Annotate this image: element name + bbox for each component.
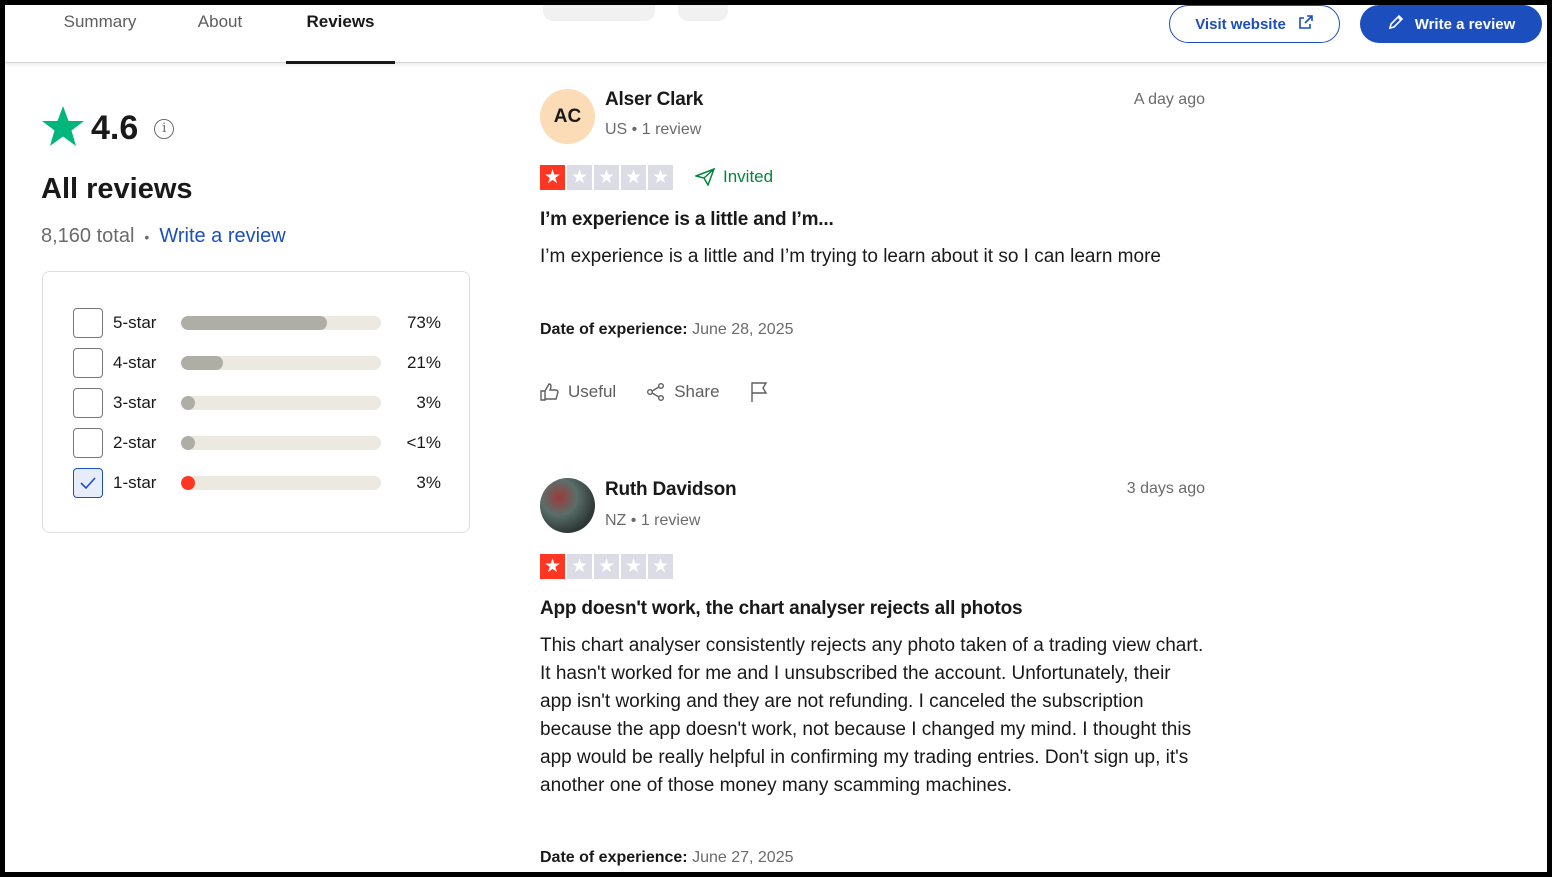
distribution-label: 2-star <box>113 433 157 452</box>
share-icon <box>647 383 665 401</box>
pencil-icon <box>1387 13 1405 35</box>
date-of-experience: Date of experience: June 28, 2025 <box>540 321 793 339</box>
date-of-experience-label: Date of experience: <box>540 849 688 866</box>
date-of-experience-label: Date of experience: <box>540 321 688 338</box>
avatar[interactable] <box>540 478 595 533</box>
review-title[interactable]: App doesn't work, the chart analyser rej… <box>540 598 1023 620</box>
useful-label: Useful <box>568 382 617 401</box>
distribution-bar <box>181 476 381 490</box>
distribution-bar <box>181 356 381 370</box>
filter-checkbox-5-star[interactable] <box>73 308 103 338</box>
review-body: I’m experience is a little and I’m tryin… <box>540 246 1161 267</box>
distribution-percent: 21% <box>406 353 441 372</box>
distribution-percent: <1% <box>406 433 442 452</box>
rating-distribution: 5-star 73% 4-star 21% 3-star 3% 2-star <… <box>42 271 470 533</box>
star-rating: ★ ★ ★ ★ ★ <box>540 165 673 190</box>
reviewer-name[interactable]: Alser Clark <box>605 89 703 111</box>
star-icon: ★ <box>567 165 592 190</box>
share-button[interactable]: Share <box>646 382 720 402</box>
review-card: Ruth Davidson NZ • 1 review 3 days ago ★… <box>540 478 1205 872</box>
review-date: 3 days ago <box>1126 480 1205 497</box>
invited-badge[interactable]: Invited <box>695 167 773 187</box>
flag-icon <box>750 382 767 402</box>
visit-website-button[interactable]: Visit website <box>1169 5 1340 43</box>
filter-checkbox-4-star[interactable] <box>73 348 103 378</box>
distribution-bar-fill <box>181 356 223 370</box>
reviews-total-line: 8,160 total • Write a review <box>41 225 286 248</box>
star-icon: ★ <box>540 165 565 190</box>
distribution-row-2[interactable]: 2-star <1% <box>73 428 441 458</box>
external-link-icon <box>1298 14 1314 34</box>
tab-reviews[interactable]: Reviews <box>286 5 395 64</box>
distribution-label: 1-star <box>113 473 157 492</box>
visit-website-label: Visit website <box>1195 15 1286 33</box>
review-body: This chart analyser consistently rejects… <box>540 635 1204 796</box>
distribution-bar <box>181 436 381 450</box>
share-label: Share <box>674 382 720 401</box>
date-of-experience-value: June 28, 2025 <box>692 321 794 338</box>
distribution-bar <box>181 316 381 330</box>
distribution-percent: 3% <box>416 473 441 492</box>
separator-dot: • <box>144 228 150 245</box>
page-frame: Summary About Reviews Visit website Writ… <box>5 5 1547 872</box>
filter-checkbox-2-star[interactable] <box>73 428 103 458</box>
useful-button[interactable]: Useful <box>540 382 616 402</box>
star-icon: ★ <box>648 554 673 579</box>
date-of-experience-value: June 27, 2025 <box>692 849 794 866</box>
top-navigation: Summary About Reviews Visit website Writ… <box>5 5 1547 64</box>
distribution-label: 5-star <box>113 313 157 332</box>
reviewer-meta: NZ • 1 review <box>605 512 701 529</box>
distribution-bar <box>181 396 381 410</box>
star-icon: ★ <box>648 165 673 190</box>
distribution-label: 4-star <box>113 353 157 372</box>
star-icon: ★ <box>540 554 565 579</box>
tab-summary[interactable]: Summary <box>50 5 150 63</box>
reviewer-name[interactable]: Ruth Davidson <box>605 479 737 501</box>
review-title[interactable]: I’m experience is a little and I’m... <box>540 209 834 231</box>
rating-summary: 4.6 i <box>41 105 175 152</box>
distribution-row-5[interactable]: 5-star 73% <box>73 308 441 338</box>
star-icon: ★ <box>621 165 646 190</box>
star-icon: ★ <box>594 554 619 579</box>
write-review-link[interactable]: Write a review <box>159 225 285 248</box>
trustpilot-star-icon <box>41 105 85 152</box>
distribution-bar-fill <box>181 316 327 330</box>
overall-rating: 4.6 <box>91 109 139 147</box>
star-icon: ★ <box>594 165 619 190</box>
send-icon <box>695 168 715 186</box>
filter-checkbox-3-star[interactable] <box>73 388 103 418</box>
reviewer-meta: US • 1 review <box>605 121 702 138</box>
hidden-nav-chip <box>543 5 655 21</box>
invited-label: Invited <box>723 167 774 186</box>
distribution-percent: 3% <box>416 393 441 412</box>
distribution-row-3[interactable]: 3-star 3% <box>73 388 441 418</box>
review-actions: Useful Share <box>540 382 798 402</box>
distribution-bar-fill <box>181 396 195 410</box>
review-date: A day ago <box>1133 91 1205 108</box>
distribution-percent: 73% <box>406 313 441 332</box>
info-icon[interactable]: i <box>154 118 175 139</box>
distribution-label: 3-star <box>113 393 157 412</box>
star-rating: ★ ★ ★ ★ ★ <box>540 554 673 579</box>
review-card: AC Alser Clark US • 1 review A day ago ★… <box>540 89 1205 419</box>
hidden-nav-chip <box>678 5 728 21</box>
tab-about[interactable]: About <box>185 5 255 63</box>
distribution-bar-fill <box>181 436 195 450</box>
distribution-row-1[interactable]: 1-star 3% <box>73 468 441 498</box>
distribution-row-4[interactable]: 4-star 21% <box>73 348 441 378</box>
write-review-button[interactable]: Write a review <box>1360 5 1542 43</box>
write-review-label: Write a review <box>1414 15 1516 33</box>
all-reviews-heading: All reviews <box>41 173 193 205</box>
check-icon <box>80 477 96 490</box>
report-button[interactable] <box>750 382 768 402</box>
date-of-experience: Date of experience: June 27, 2025 <box>540 849 793 867</box>
filter-checkbox-1-star[interactable] <box>73 468 103 498</box>
thumbs-up-icon <box>540 383 559 401</box>
star-icon: ★ <box>621 554 646 579</box>
avatar[interactable]: AC <box>540 89 595 144</box>
star-icon: ★ <box>567 554 592 579</box>
distribution-bar-fill <box>181 476 195 490</box>
reviews-total: 8,160 total <box>41 225 135 247</box>
